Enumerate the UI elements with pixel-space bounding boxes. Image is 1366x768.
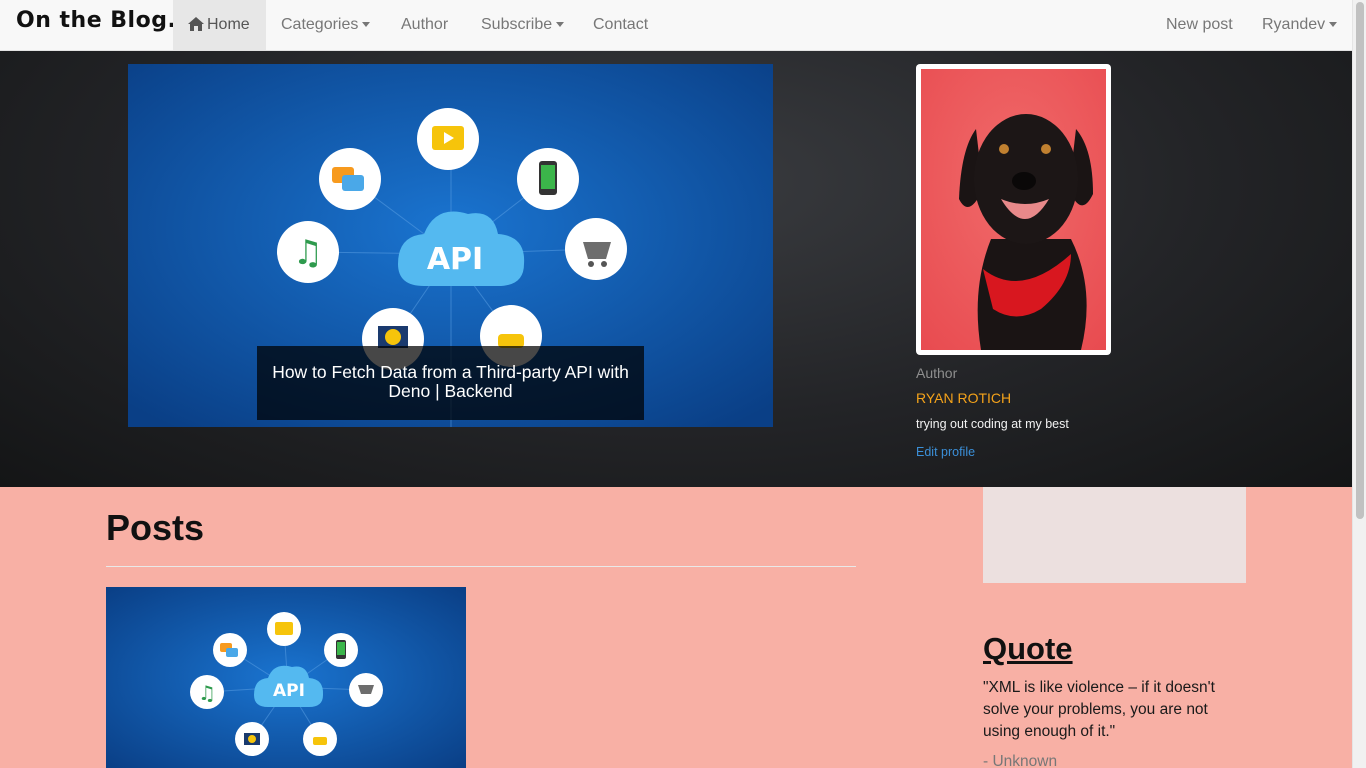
navbar: On the Blog. Home Categories Author Subs… [0,0,1352,51]
svg-text:API: API [273,681,305,701]
author-label: Author [916,365,958,381]
caret-down-icon [362,22,371,28]
author-bio: trying out coding at my best [916,417,1069,431]
nav-subscribe-label: Subscribe [481,16,553,33]
post-card-thumbnail[interactable]: ♫ API [106,587,466,768]
posts-heading: Posts [106,507,205,548]
featured-post-image[interactable]: ♫ API How to Fetch Data from a Third-par… [128,64,773,427]
author-name: RYAN ROTICH [916,390,1012,406]
nav-contact-label: Contact [593,16,649,33]
caption-line2: Deno | Backend [388,381,513,401]
caret-down-icon [556,22,565,28]
nav-contact[interactable]: Contact [593,0,648,50]
nav-new-post-label: New post [1166,16,1233,33]
brand-logo[interactable]: On the Blog. [16,8,176,33]
nav-categories-label: Categories [281,16,359,33]
caret-down-icon [1329,22,1338,28]
svg-text:♫: ♫ [293,233,323,273]
quote-text: "XML is like violence – if it doesn't so… [983,679,1215,740]
edit-profile-link[interactable]: Edit profile [916,445,975,459]
nav-author-label: Author [401,16,449,33]
nav-user-label: Ryandev [1262,16,1326,33]
quote-author: - Unknown [983,753,1058,768]
caption-line1: How to Fetch Data from a Third-party API… [272,362,629,382]
nav-home[interactable]: Home [173,0,266,50]
svg-text:API: API [427,242,483,277]
nav-subscribe[interactable]: Subscribe [481,0,565,50]
quote-heading: Quote [983,631,1073,666]
nav-home-label: Home [207,16,250,33]
sidebar-widget-box [983,487,1246,583]
posts-divider [106,566,856,567]
featured-post-caption[interactable]: How to Fetch Data from a Third-party API… [257,346,644,420]
profile-photo-frame [916,64,1111,355]
svg-text:♫: ♫ [198,681,216,705]
nav-author[interactable]: Author [401,0,448,50]
scrollbar-thumb[interactable] [1356,2,1364,519]
hero-banner: ♫ API How to Fetch Data from a Third-par… [0,51,1352,487]
nav-user-menu[interactable]: Ryandev [1262,0,1338,50]
nav-categories[interactable]: Categories [281,0,371,50]
page-scrollbar[interactable] [1352,0,1366,768]
nav-new-post[interactable]: New post [1166,0,1233,50]
api-cloud-illustration: ♫ API [106,587,466,768]
dog-photo [921,69,1106,350]
home-icon [188,2,204,52]
